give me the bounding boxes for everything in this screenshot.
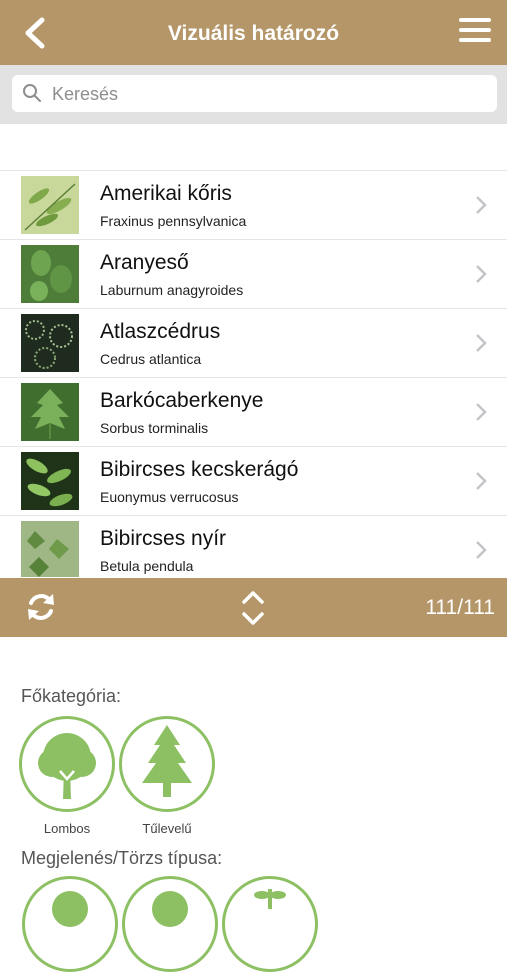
chevron-right-icon	[476, 196, 487, 214]
appearance-option-1[interactable]	[22, 876, 118, 972]
plant-list[interactable]: Amerikai kőris Fraxinus pennsylvanica Ar…	[0, 171, 507, 577]
chevron-right-icon	[476, 403, 487, 421]
category-conifer[interactable]: Tűlevelű	[119, 716, 215, 836]
list-item[interactable]: Bibircses kecskerágó Euonymus verrucosus	[0, 447, 507, 516]
search-field[interactable]	[12, 75, 497, 114]
conifer-tree-icon[interactable]	[119, 716, 215, 812]
chevron-right-icon	[476, 541, 487, 559]
plant-thumbnail	[21, 452, 79, 510]
sprout-icon	[254, 889, 286, 909]
plant-name: Amerikai kőris	[100, 182, 232, 205]
list-item[interactable]: Bibircses nyír Betula pendula	[0, 516, 507, 577]
search-bar	[0, 65, 507, 124]
plant-thumbnail	[21, 245, 79, 303]
chevron-right-icon	[476, 334, 487, 352]
plant-latin-name: Betula pendula	[100, 558, 194, 574]
appearance-option-3[interactable]	[222, 876, 318, 972]
chevron-right-icon	[476, 472, 487, 490]
appearance-option-2[interactable]	[122, 876, 218, 972]
plant-latin-name: Euonymus verrucosus	[100, 489, 239, 505]
main-category-label: Főkategória:	[21, 686, 122, 706]
plant-name: Aranyeső	[100, 251, 189, 274]
search-input[interactable]	[50, 75, 494, 114]
plant-name: Bibircses kecskerágó	[100, 458, 299, 481]
result-count: 111/111	[425, 596, 495, 619]
list-item[interactable]: Aranyeső Laburnum anagyroides	[0, 240, 507, 309]
appearance-label: Megjelenés/Törzs típusa:	[21, 848, 223, 868]
plant-name: Atlaszcédrus	[100, 320, 221, 343]
tree-shape-icon	[152, 891, 188, 927]
list-item[interactable]: Atlaszcédrus Cedrus atlantica	[0, 309, 507, 378]
up-down-arrows-icon[interactable]	[240, 588, 266, 628]
plant-thumbnail	[21, 383, 79, 441]
plant-latin-name: Cedrus atlantica	[100, 351, 202, 367]
list-item[interactable]: Amerikai kőris Fraxinus pennsylvanica	[0, 171, 507, 240]
plant-thumbnail	[21, 314, 79, 372]
category-label: Lombos	[43, 821, 91, 836]
list-item[interactable]: Barkócaberkenye Sorbus torminalis	[0, 378, 507, 447]
plant-latin-name: Laburnum anagyroides	[100, 282, 244, 298]
plant-name: Barkócaberkenye	[100, 389, 264, 412]
category-label: Tűlevelű	[142, 821, 192, 836]
search-icon	[23, 84, 41, 102]
navigation-bar: Vizuális határozó	[0, 0, 507, 65]
plant-latin-name: Fraxinus pennsylvanica	[100, 213, 247, 229]
tree-shape-icon	[52, 891, 88, 927]
plant-latin-name: Sorbus torminalis	[100, 420, 209, 436]
results-toolbar: 111/111	[0, 578, 507, 637]
plant-thumbnail	[21, 176, 79, 234]
plant-name: Bibircses nyír	[100, 527, 227, 550]
plant-thumbnail	[21, 521, 79, 577]
hamburger-menu-icon[interactable]	[459, 18, 491, 48]
chevron-right-icon	[476, 265, 487, 283]
list-header-spacer	[0, 124, 507, 171]
category-deciduous[interactable]: Lombos	[19, 716, 115, 836]
refresh-icon[interactable]	[24, 590, 58, 624]
page-title: Vizuális határozó	[167, 22, 340, 45]
deciduous-tree-icon[interactable]	[19, 716, 115, 812]
